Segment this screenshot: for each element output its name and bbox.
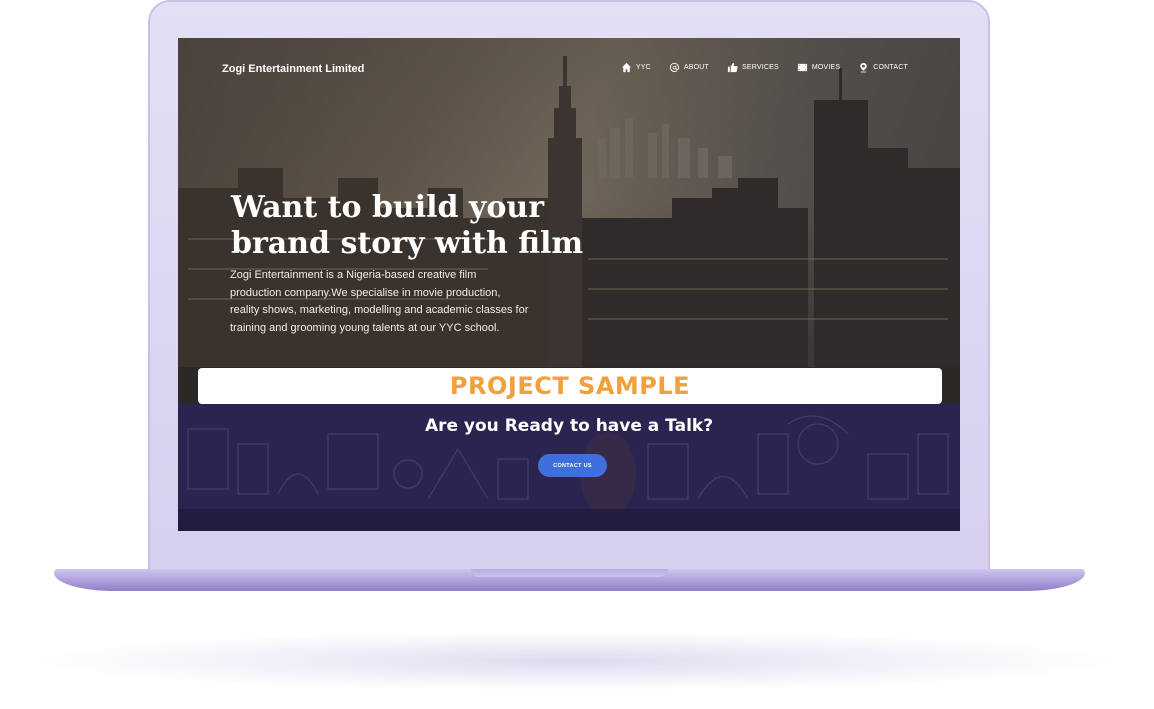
cta-bottom-strip — [178, 509, 960, 531]
nav-label: MOVIES — [811, 64, 841, 71]
project-sample-banner: PROJECT SAMPLE — [198, 368, 942, 404]
nav-label: CONTACT — [873, 64, 908, 71]
cta-section: Are you Ready to have a Talk? CONTACT US — [178, 404, 960, 531]
hero-description: Zogi Entertainment is a Nigeria-based cr… — [230, 269, 529, 334]
nav-item-contact[interactable]: CONTACT — [858, 62, 908, 73]
hero-headline-line-1: Want to build your — [231, 190, 545, 225]
film-icon — [797, 63, 807, 72]
nav-label: SERVICES — [741, 64, 779, 71]
nav-item-yyc[interactable]: YYC — [621, 62, 651, 73]
nav-item-services[interactable]: SERVICES — [727, 62, 779, 73]
nav-label: YYC — [635, 64, 651, 71]
nav-label: ABOUT — [683, 64, 709, 71]
hero-headline: Want to build your brand story with film — [231, 190, 591, 262]
home-icon — [621, 62, 631, 73]
site-brand[interactable]: Zogi Entertainment Limited — [222, 63, 364, 75]
nav-item-about[interactable]: ABOUT — [669, 62, 709, 73]
contact-us-button[interactable]: CONTACT US — [538, 454, 607, 477]
main-nav: YYC ABOUT SERVICES MOVIES CONTACT — [621, 62, 908, 73]
hero-section: Zogi Entertainment Limited YYC ABOUT SER… — [178, 38, 960, 404]
laptop-notch — [471, 569, 668, 577]
project-sample-label: PROJECT SAMPLE — [449, 372, 691, 400]
thumbs-up-icon — [727, 62, 738, 73]
at-icon — [669, 62, 679, 73]
laptop-shadow — [40, 632, 1110, 690]
laptop-screen: Zogi Entertainment Limited YYC ABOUT SER… — [178, 38, 960, 531]
nav-item-movies[interactable]: MOVIES — [797, 62, 840, 73]
cta-title: Are you Ready to have a Talk? — [424, 416, 714, 436]
map-pin-icon — [860, 62, 867, 73]
hero-headline-line-2: brand story with film — [231, 226, 584, 261]
